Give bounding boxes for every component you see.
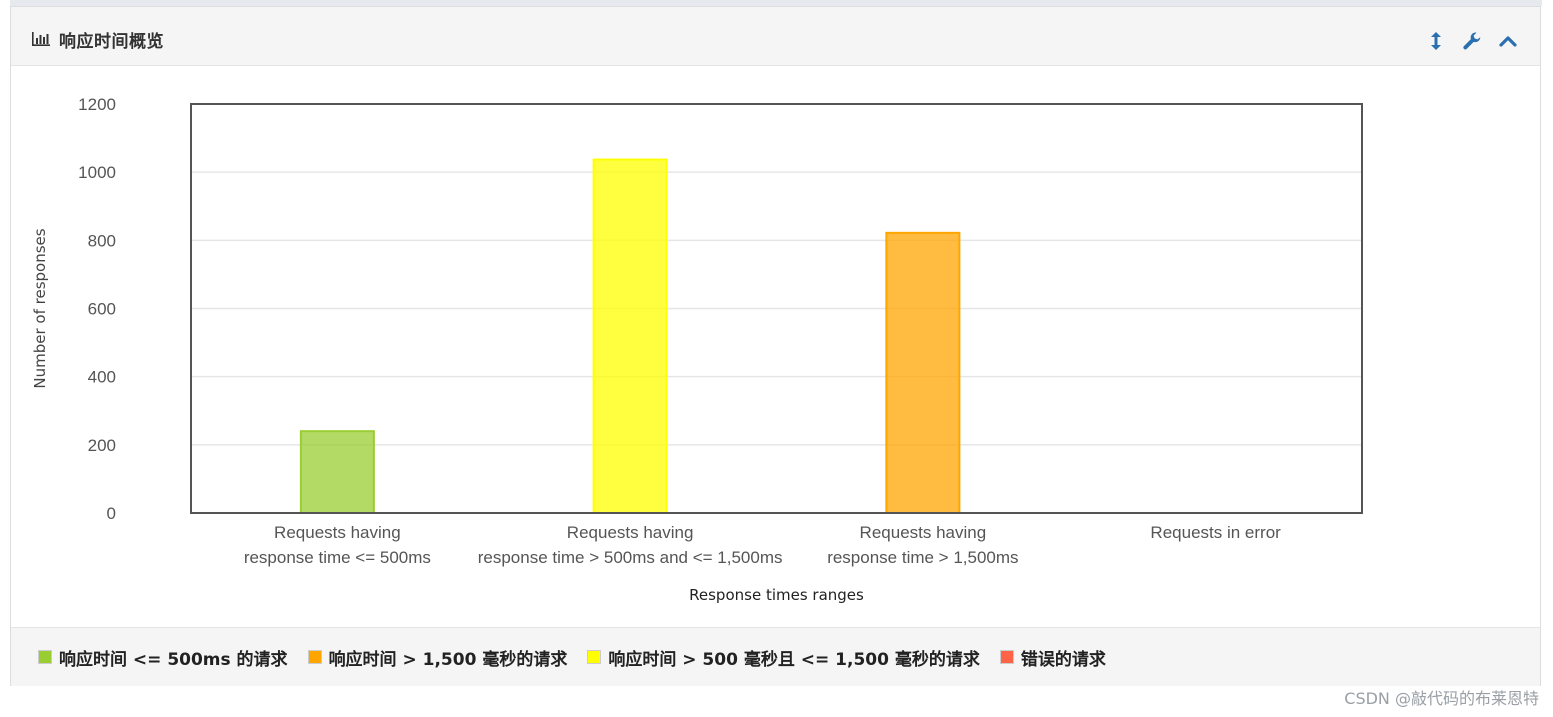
legend-item[interactable]: 响应时间 <= 500ms 的请求 [38, 645, 288, 670]
panel-title: 响应时间概览 [59, 31, 164, 52]
collapse-button[interactable] [1498, 30, 1518, 52]
legend-label: 响应时间 > 500 毫秒且 <= 1,500 毫秒的请求 [608, 649, 980, 670]
legend-label: 错误的请求 [1020, 649, 1106, 670]
x-tick-label: response time <= 500ms [244, 548, 431, 567]
y-tick-label: 600 [88, 300, 116, 319]
chart-area: 0 200 400 600 800 1000 1200 Requests having resp… [11, 67, 1542, 625]
y-tick-label: 400 [88, 368, 116, 387]
panel-header: 响应时间概览 [11, 7, 1540, 66]
bar [299, 430, 375, 515]
x-tick-label: Requests in error [1150, 523, 1281, 542]
watermark: CSDN @敲代码的布莱恩特 [1344, 689, 1539, 708]
legend-swatch [999, 650, 1014, 664]
legend-item[interactable]: 错误的请求 [999, 645, 1106, 670]
x-tick-label: Requests having [274, 523, 401, 542]
response-time-bar-chart: 0 200 400 600 800 1000 1200 Requests having resp… [31, 95, 1363, 604]
x-tick-label: Requests having [860, 523, 987, 542]
panel-tools [1426, 29, 1518, 53]
x-axis-label: Response times ranges [689, 586, 864, 604]
chart-legend: 响应时间 <= 500ms 的请求 响应时间 > 1,500 毫秒的请求 响应时间 … [11, 627, 1540, 686]
bar [885, 231, 961, 515]
legend-label: 响应时间 <= 500ms 的请求 [59, 649, 288, 670]
panel-title-group: 响应时间概览 [31, 27, 164, 52]
bar [592, 158, 668, 514]
legend-swatch [38, 650, 52, 664]
legend-swatch [307, 650, 322, 664]
wrench-icon [1463, 32, 1481, 50]
settings-button[interactable] [1462, 30, 1482, 52]
x-tick-label: response time > 1,500ms [827, 548, 1018, 567]
legend-swatch [587, 650, 602, 664]
y-tick-label: 800 [88, 231, 116, 250]
legend-item[interactable]: 响应时间 > 500 毫秒且 <= 1,500 毫秒的请求 [587, 645, 980, 670]
y-tick-label: 200 [88, 436, 116, 455]
response-time-overview-panel: 响应时间概览 0 200 400 600 800 1000 1200 Requests hav… [10, 6, 1541, 686]
y-tick-label: 0 [107, 504, 116, 523]
chevron-up-icon [1499, 36, 1517, 47]
x-tick-label: response time > 500ms and <= 1,500ms [478, 548, 783, 567]
resize-vertical-icon [1431, 32, 1441, 50]
x-tick-label: Requests having [567, 523, 694, 542]
legend-item[interactable]: 响应时间 > 1,500 毫秒的请求 [307, 645, 568, 670]
bar-chart-icon [32, 32, 50, 46]
y-tick-label: 1000 [78, 163, 116, 182]
y-tick-label: 1200 [78, 95, 116, 114]
resize-vertical-button[interactable] [1426, 30, 1446, 52]
legend-label: 响应时间 > 1,500 毫秒的请求 [328, 649, 568, 670]
y-axis-label: Number of responses [31, 228, 49, 388]
